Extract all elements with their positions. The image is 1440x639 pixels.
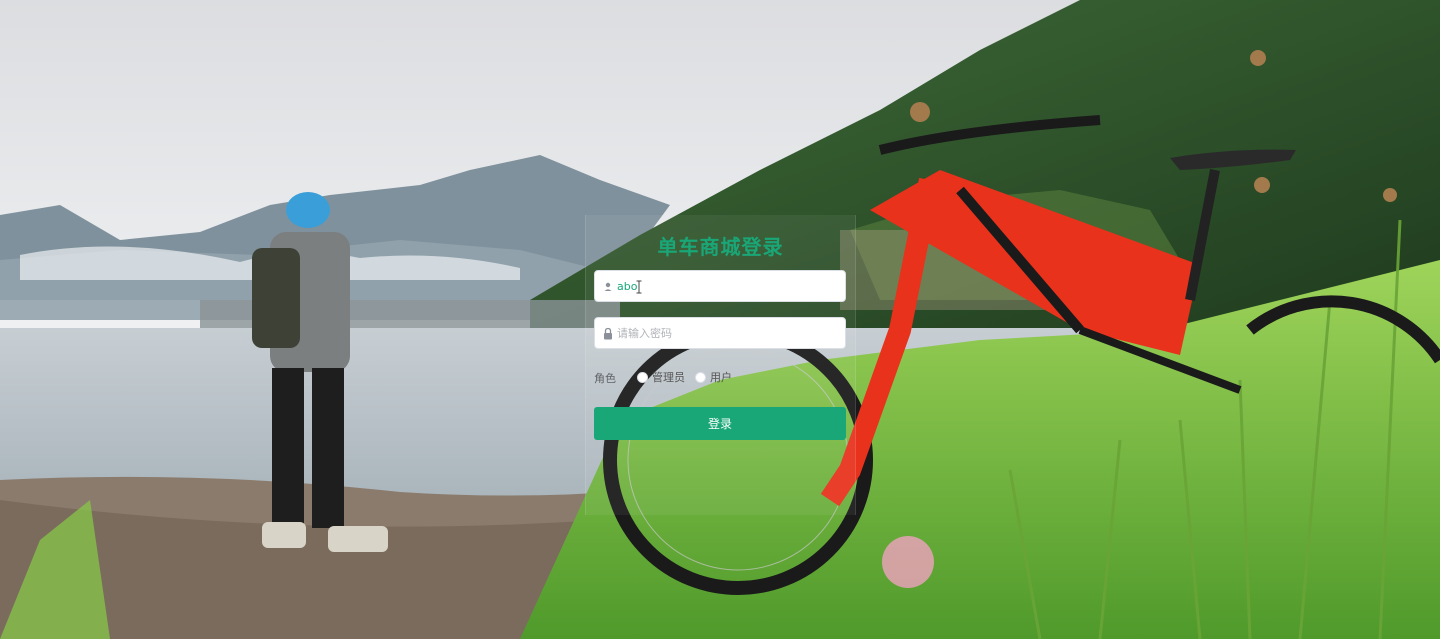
- user-icon: [602, 279, 614, 293]
- login-title: 单车商城登录: [657, 235, 784, 259]
- login-button[interactable]: 登录: [594, 407, 846, 440]
- lock-icon: [602, 326, 614, 340]
- role-label: 角色: [594, 372, 616, 385]
- role-option-admin[interactable]: 管理员: [637, 369, 685, 385]
- login-panel: 单车商城登录 角色 管理员: [585, 215, 856, 515]
- radio-icon[interactable]: [695, 371, 706, 383]
- role-option-user[interactable]: 用户: [695, 369, 732, 385]
- password-input[interactable]: [617, 318, 839, 348]
- username-input[interactable]: [617, 271, 839, 301]
- radio-icon[interactable]: [637, 371, 648, 383]
- password-field[interactable]: [594, 317, 846, 349]
- username-field[interactable]: [594, 270, 846, 302]
- role-option-label: 用户: [710, 371, 732, 384]
- text-cursor-icon: [636, 279, 642, 294]
- role-option-label: 管理员: [652, 371, 685, 384]
- role-selector: 角色 管理员 用户: [594, 368, 846, 386]
